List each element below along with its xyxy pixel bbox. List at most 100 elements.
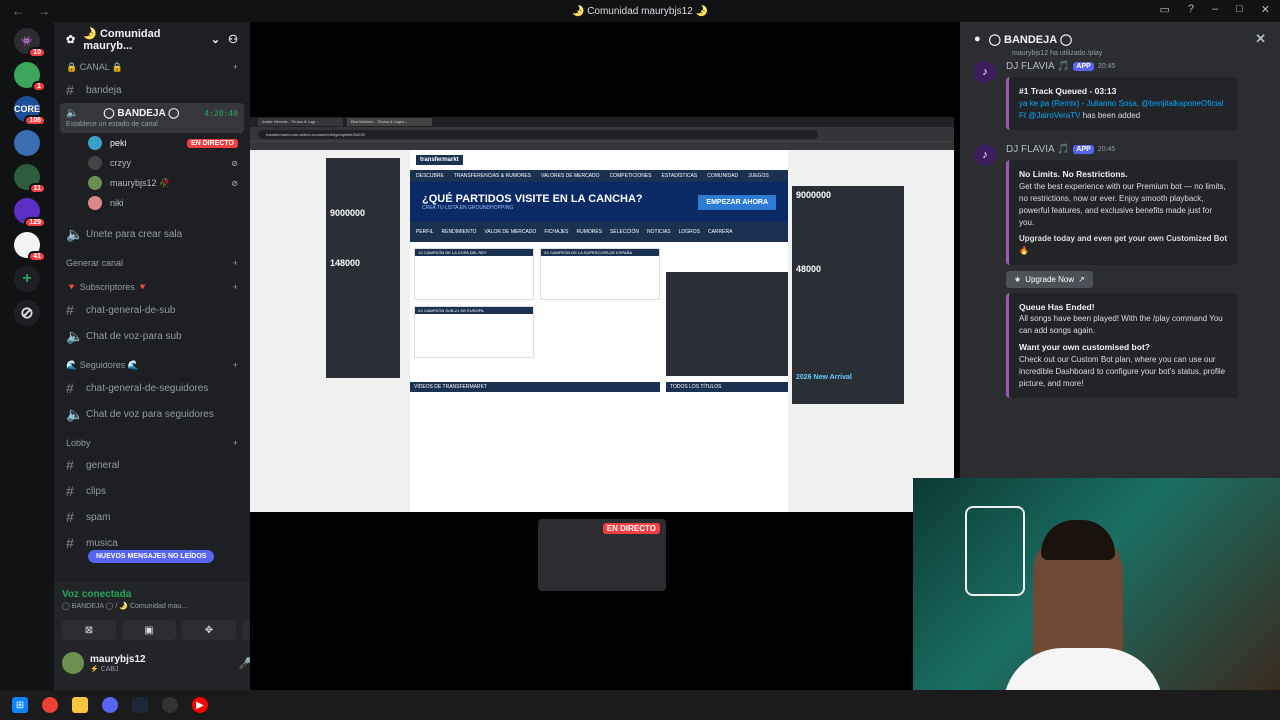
voice-user[interactable]: crzyy ⊘ — [60, 153, 244, 173]
channel-bandeja[interactable]: # bandeja — [60, 77, 244, 103]
stream-preview[interactable]: EN DIRECTO — [538, 519, 666, 591]
tm-banner: ¿QUÉ PARTIDOS VISITE EN LA CANCHA? CREA … — [410, 182, 788, 222]
window-controls: ▭ ? – □ ✕ — [1159, 3, 1270, 16]
channel-general[interactable]: # general — [60, 452, 244, 478]
activities-icon: ✥ — [204, 624, 214, 636]
hash-icon: # — [66, 483, 74, 499]
ad-left: 9000000 148000 — [326, 158, 400, 378]
avatar — [88, 156, 102, 170]
guild-header[interactable]: ✿ 🌛 Comunidad mauryb... ⌄ ⚇ — [54, 22, 250, 56]
explore-icon[interactable]: ⊘ — [14, 300, 40, 326]
server-icon[interactable]: 11 — [14, 164, 46, 194]
avatar[interactable] — [62, 652, 84, 674]
category-seguidores[interactable]: 🌊 Seguidores 🌊 + — [60, 350, 244, 375]
hash-icon: # — [66, 302, 74, 318]
server-icon[interactable]: 👾 10 — [14, 28, 46, 58]
streamer-hair — [1041, 520, 1115, 560]
tm-subnav: PERFIL RENDIMIENTO VALOR DE MERCADO FICHAJE… — [410, 222, 788, 242]
add-server-icon[interactable]: + — [14, 266, 40, 292]
voice-channel-bandeja[interactable]: 🔈 ◯ BANDEJA ◯ 4:20:40 Establece un estad… — [60, 103, 244, 133]
server-icon[interactable]: 41 — [14, 232, 46, 262]
voice-user[interactable]: niki — [60, 193, 244, 213]
voice-user[interactable]: maurybjs12 🥀 ⊘ — [60, 173, 244, 193]
webcam-overlay — [913, 478, 1280, 690]
tm-cta-button[interactable]: EMPEZAR AHORA — [698, 194, 776, 210]
username: maurybjs12 — [90, 653, 146, 665]
external-link-icon: ↗ — [1078, 274, 1085, 284]
taskbar: ⊞ ▶ — [0, 690, 1280, 720]
speaker-icon: 🔈 — [66, 226, 84, 242]
window-title: 🌛 Comunidad maurybjs12 🌛 — [571, 5, 709, 17]
close-window-icon[interactable]: ✕ — [1261, 3, 1270, 16]
channel-crear-sala[interactable]: 🔈 Unete para crear sala — [60, 221, 244, 248]
channel-clips[interactable]: # clips — [60, 478, 244, 504]
files-icon[interactable] — [72, 697, 88, 713]
voice-timer: 4:20:40 — [204, 109, 238, 118]
voice-chat-panel: ● ◯ BANDEJA ◯ ✕ maurybjs12 ha utilizado … — [960, 22, 1280, 478]
category-canal[interactable]: 🔒 CANAL 🔒 + — [60, 60, 244, 77]
stream-stage: Ander Herrera - Títulos & Logr... Ben Mo… — [250, 22, 954, 690]
browser-tab: Ben Monsen - Títulos & Logro... — [347, 118, 432, 126]
server-icon[interactable]: 129 — [14, 198, 46, 228]
server-icon[interactable]: CORE 106 — [14, 96, 46, 126]
message-embed: Queue Has Ended! All songs have been pla… — [1006, 292, 1238, 398]
shared-screen[interactable]: Ander Herrera - Títulos & Logr... Ben Mo… — [250, 117, 954, 512]
category-generar[interactable]: Generar canal + — [60, 248, 244, 272]
screen-share-button[interactable]: ▣ — [122, 620, 176, 640]
channel-voz-sub[interactable]: 🔈 Chat de voz-para sub — [60, 323, 244, 350]
channel-chat-seguidores[interactable]: # chat-general-de-seguidores — [60, 375, 244, 401]
youtube-icon[interactable]: ▶ — [192, 697, 208, 713]
camera-button[interactable]: ⊠ — [62, 620, 116, 640]
voice-connected-label: Voz conectada — [62, 589, 132, 600]
channel-chat-sub[interactable]: # chat-general-de-sub — [60, 297, 244, 323]
server-list: 👾 10 1 CORE 106 11 129 41 + ⊘ — [0, 22, 54, 690]
speaker-icon: 🔈 — [66, 406, 84, 422]
bot-avatar[interactable]: ♪ — [974, 143, 996, 166]
upgrade-now-button[interactable]: ★ Upgrade Now ↗ — [1006, 270, 1093, 288]
ad-right: 9000000 48000 2026 New Arrival — [792, 186, 904, 404]
hash-icon: # — [66, 457, 74, 473]
title-card: 2X CAMPEÓN DE LA SUPERCOPA DE ESPAÑA — [540, 248, 660, 300]
server-icon[interactable]: 1 — [14, 62, 46, 92]
close-icon[interactable]: ✕ — [1255, 31, 1266, 47]
channel-spam[interactable]: # spam — [60, 504, 244, 530]
windows-icon[interactable]: ⊞ — [12, 697, 28, 713]
bot-avatar[interactable]: ♪ — [974, 61, 996, 83]
minimize-icon[interactable]: – — [1212, 3, 1218, 16]
maximize-icon[interactable]: □ — [1236, 3, 1243, 16]
tm-videos: VÍDEOS DE TRANSFERMARKT — [410, 382, 660, 392]
title-bar: ← → 🌛 Comunidad maurybjs12 🌛 ▭ ? – □ ✕ — [0, 0, 1280, 22]
activities-button[interactable]: ✥ — [182, 620, 236, 640]
gear-icon: ✿ — [66, 33, 76, 46]
server-icon[interactable] — [14, 130, 40, 156]
channel-status[interactable]: Establece un estado de canal — [66, 121, 158, 128]
guild-name: 🌛 Comunidad mauryb... — [83, 27, 161, 52]
steam-icon[interactable] — [132, 697, 148, 713]
wall-art — [965, 506, 1025, 596]
discord-icon[interactable] — [102, 697, 118, 713]
category-subs[interactable]: 🔻 Subscriptores 🔻 + — [60, 272, 244, 297]
muted-icon: ⊘ — [231, 158, 238, 168]
message-embed: #1 Track Queued - 03:13 ya ke pa (Remix)… — [1006, 77, 1238, 130]
help-icon[interactable]: ? — [1188, 3, 1194, 16]
hash-icon: # — [66, 535, 74, 551]
chevron-down-icon: ⌄ — [210, 33, 221, 46]
category-lobby[interactable]: Lobby + — [60, 428, 244, 452]
avatar — [88, 196, 102, 210]
voice-connected-sub[interactable]: ◯ BANDEJA ◯ / 🌛 Comunidad mau... — [62, 602, 187, 610]
title-card: 1X CAMPEÓN DE LA COPA DEL REY — [414, 248, 534, 300]
chrome-icon[interactable] — [42, 697, 58, 713]
chat-message: ♪ DJ FLAVIA 🎵 APP 20:45 No Limits. No Rest… — [960, 140, 1280, 402]
browser-urlbar: transfermarkt.com.ar/ben-monsen/erfolge/… — [250, 127, 954, 141]
voice-user[interactable]: peki EN DIRECTO — [60, 133, 244, 153]
chat-bubble-icon: ● — [974, 33, 981, 45]
add-member-icon[interactable]: ⚇ — [228, 33, 238, 46]
message-embed: No Limits. No Restrictions. Get the best… — [1006, 159, 1238, 265]
channel-voz-seguidores[interactable]: 🔈 Chat de voz para seguidores — [60, 401, 244, 428]
inbox-icon[interactable]: ▭ — [1159, 3, 1169, 16]
obs-icon[interactable] — [162, 697, 178, 713]
new-messages-pill[interactable]: NUEVOS MENSAJES NO LEÍDOS — [88, 550, 215, 563]
hash-icon: # — [66, 509, 74, 525]
live-badge: EN DIRECTO — [602, 523, 660, 534]
hash-icon: # — [66, 82, 74, 98]
